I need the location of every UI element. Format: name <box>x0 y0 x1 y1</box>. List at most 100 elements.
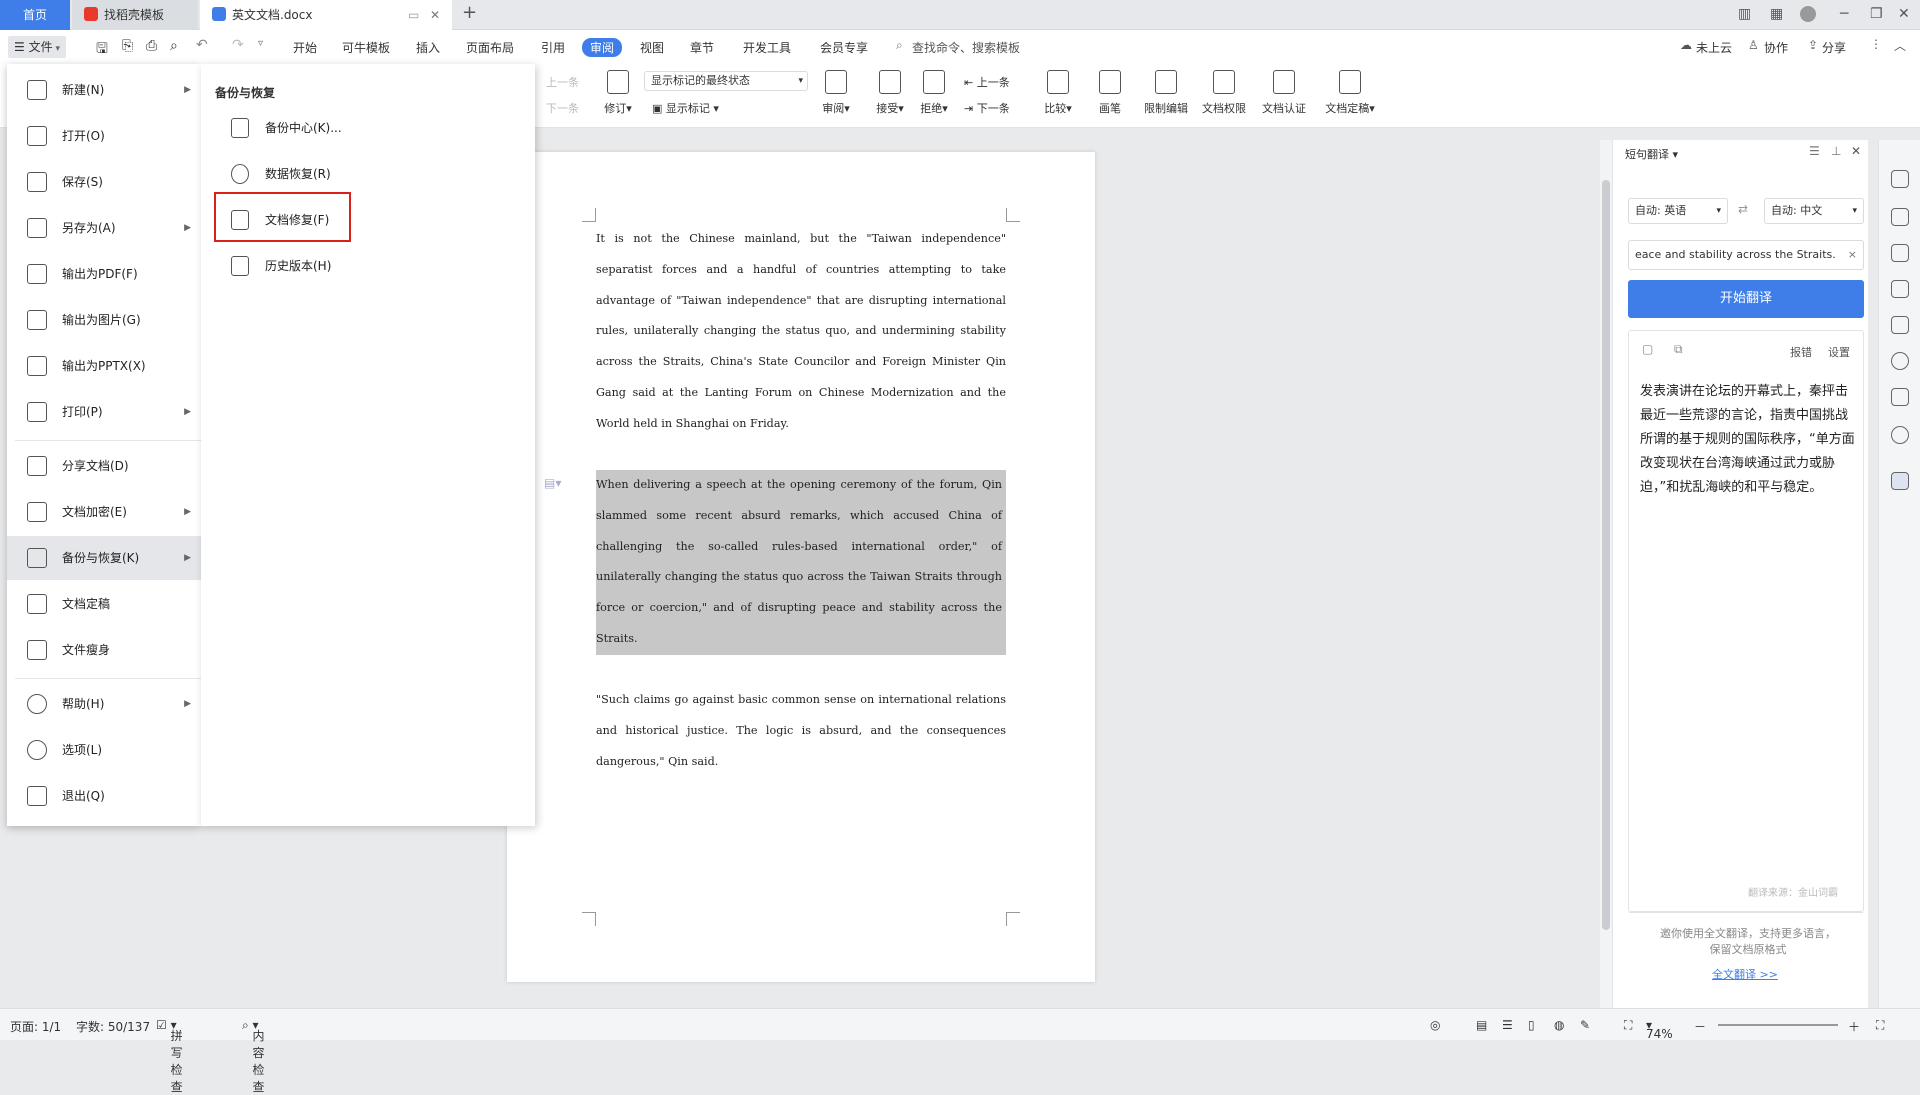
menu-dev-tools[interactable]: 开发工具 <box>743 39 791 56</box>
rocket-icon[interactable] <box>1891 170 1909 188</box>
menu-save-as[interactable]: 另存为(A) ▶ <box>7 206 201 250</box>
doc-finalize-button[interactable]: 文档定稿▾ <box>1320 70 1380 116</box>
history-version-item[interactable]: 历史版本(H) <box>201 246 535 286</box>
write-view-icon[interactable]: ✎ <box>1580 1018 1590 1032</box>
cursor-icon[interactable] <box>1891 244 1909 262</box>
more-icon[interactable]: ⋮ <box>1870 37 1882 51</box>
swap-language-icon[interactable]: ⇄ <box>1738 202 1748 216</box>
display-mode-select[interactable]: 显示标记的最终状态 ▾ <box>644 71 808 91</box>
pen-edit-icon[interactable] <box>1891 208 1909 226</box>
menu-keniu-template[interactable]: 可牛模板 <box>342 39 390 56</box>
menu-open[interactable]: 打开(O) <box>7 114 201 158</box>
preview-icon[interactable]: ⌕ <box>170 38 178 54</box>
share-button[interactable]: 分享 <box>1822 39 1846 56</box>
menu-encrypt[interactable]: 文档加密(E) ▶ <box>7 490 201 534</box>
restore-icon[interactable]: ❐ <box>1870 6 1883 22</box>
translate-settings-link[interactable]: 设置 <box>1828 344 1850 360</box>
paragraph-1[interactable]: It is not the Chinese mainland, but the … <box>596 224 1006 440</box>
panel-menu-icon[interactable]: ☰ <box>1809 144 1820 158</box>
cloud-status[interactable]: 未上云 <box>1696 39 1732 56</box>
revise-button[interactable]: 修订▾ <box>600 70 636 116</box>
copy-source-icon[interactable]: ▢ <box>1642 342 1653 356</box>
minimize-icon[interactable]: ─ <box>1840 6 1848 22</box>
paragraph-3[interactable]: "Such claims go against basic common sen… <box>596 685 1006 777</box>
tab-home[interactable]: 首页 <box>0 0 70 30</box>
menu-slim[interactable]: 文件瘦身 <box>7 628 201 672</box>
read-view-icon[interactable]: ▯ <box>1528 1018 1535 1032</box>
menu-new[interactable]: 新建(N) ▶ <box>7 68 201 112</box>
sliders-icon[interactable] <box>1891 280 1909 298</box>
restrict-edit-button[interactable]: 限制编辑 <box>1140 70 1192 116</box>
translate-tool-icon[interactable] <box>1891 472 1909 490</box>
menu-reference[interactable]: 引用 <box>541 39 565 56</box>
vertical-scrollbar[interactable] <box>1600 140 1612 1008</box>
doc-permission-button[interactable]: 文档权限 <box>1198 70 1250 116</box>
book-icon[interactable] <box>1891 388 1909 406</box>
menu-export-image[interactable]: 输出为图片(G) <box>7 298 201 342</box>
tab-templates[interactable]: 找稻壳模板 <box>72 0 198 30</box>
menu-share[interactable]: 分享文档(D) <box>7 444 201 488</box>
fullscreen-icon[interactable]: ⛶ <box>1876 1018 1884 1033</box>
translate-panel-title[interactable]: 短句翻译 ▾ <box>1625 146 1678 162</box>
prev-revision-button[interactable]: 上一条 <box>546 74 579 90</box>
file-menu-button[interactable]: ☰ 文件 ▾ <box>8 36 66 58</box>
scrollbar-thumb[interactable] <box>1602 180 1610 930</box>
menu-backup-restore[interactable]: 备份与恢复(K) ▶ <box>7 536 201 580</box>
redo-icon[interactable]: ↷ <box>232 37 244 53</box>
show-marks-button[interactable]: ▣ 显示标记 ▾ <box>652 100 719 116</box>
menu-export-pdf[interactable]: 输出为PDF(F) <box>7 252 201 296</box>
review-button[interactable]: 审阅▾ <box>818 70 854 116</box>
word-count[interactable]: 字数: 50/137 <box>76 1018 150 1035</box>
zoom-out-icon[interactable]: － <box>1694 1018 1706 1035</box>
zoom-in-icon[interactable]: ＋ <box>1848 1018 1860 1035</box>
panel-pin-icon[interactable]: ⊥ <box>1831 144 1841 158</box>
prev-comment-button[interactable]: ⇤ 上一条 <box>964 74 1010 90</box>
menu-chapter[interactable]: 章节 <box>690 39 714 56</box>
web-view-icon[interactable]: ◍ <box>1554 1018 1564 1032</box>
zoom-select[interactable]: 74% ▾ <box>1646 1018 1673 1041</box>
accept-button[interactable]: 接受▾ <box>872 70 908 116</box>
pin-icon[interactable]: ▭ <box>408 0 419 30</box>
menu-insert[interactable]: 插入 <box>416 39 440 56</box>
collapse-ribbon-icon[interactable]: ︿ <box>1894 37 1906 54</box>
panel-close-icon[interactable]: ✕ <box>1851 144 1861 158</box>
target-language-select[interactable]: 自动: 中文 ▾ <box>1764 198 1864 224</box>
save-icon[interactable]: 🖫 <box>96 38 108 62</box>
next-comment-button[interactable]: ⇥ 下一条 <box>964 100 1010 116</box>
paragraph-handle-icon[interactable]: ▤▾ <box>544 476 561 490</box>
help-icon[interactable] <box>1891 426 1909 444</box>
new-tab-button[interactable]: + <box>462 2 477 23</box>
menu-options[interactable]: 选项(L) <box>7 728 201 772</box>
eye-protect-icon[interactable]: ◎ <box>1430 1018 1440 1032</box>
menu-page-layout[interactable]: 页面布局 <box>466 39 514 56</box>
start-translate-button[interactable]: 开始翻译 <box>1628 280 1864 318</box>
layout-icon[interactable]: ▥ <box>1738 6 1751 22</box>
fit-icon[interactable]: ⛶ <box>1624 1018 1632 1033</box>
pen-button[interactable]: 画笔 <box>1092 70 1128 116</box>
image-tool-icon[interactable] <box>1891 316 1909 334</box>
doc-certify-button[interactable]: 文档认证 <box>1258 70 1310 116</box>
reject-button[interactable]: 拒绝▾ <box>916 70 952 116</box>
tab-document[interactable]: 英文文档.docx ▭ ✕ <box>200 0 452 30</box>
report-error-link[interactable]: 报错 <box>1790 344 1812 360</box>
outline-view-icon[interactable]: ☰ <box>1502 1018 1513 1032</box>
print-icon[interactable]: ⎙ <box>146 38 157 54</box>
page-indicator[interactable]: 页面: 1/1 <box>10 1018 61 1035</box>
close-window-icon[interactable]: ✕ <box>1898 6 1910 22</box>
data-recovery-item[interactable]: 数据恢复(R) <box>201 154 535 194</box>
paragraph-2-selected[interactable]: When delivering a speech at the opening … <box>596 470 1006 655</box>
command-search-input[interactable]: 查找命令、搜索模板 <box>912 39 1020 56</box>
undo-icon[interactable]: ↶ <box>196 37 208 53</box>
grid-icon[interactable]: ▦ <box>1770 6 1783 22</box>
menu-print[interactable]: 打印(P) ▶ <box>7 390 201 434</box>
translate-input[interactable]: eace and stability across the Straits. × <box>1628 240 1864 270</box>
source-language-select[interactable]: 自动: 英语 ▾ <box>1628 198 1728 224</box>
close-tab-icon[interactable]: ✕ <box>430 0 440 30</box>
export-icon[interactable]: ⎘ <box>122 38 133 54</box>
collab-button[interactable]: 协作 <box>1764 39 1788 56</box>
page-view-icon[interactable]: ▤ <box>1476 1018 1487 1032</box>
menu-view[interactable]: 视图 <box>640 39 664 56</box>
menu-start[interactable]: 开始 <box>293 39 317 56</box>
menu-exit[interactable]: 退出(Q) <box>7 774 201 818</box>
full-translate-link[interactable]: 全文翻译 >> <box>1712 966 1778 982</box>
